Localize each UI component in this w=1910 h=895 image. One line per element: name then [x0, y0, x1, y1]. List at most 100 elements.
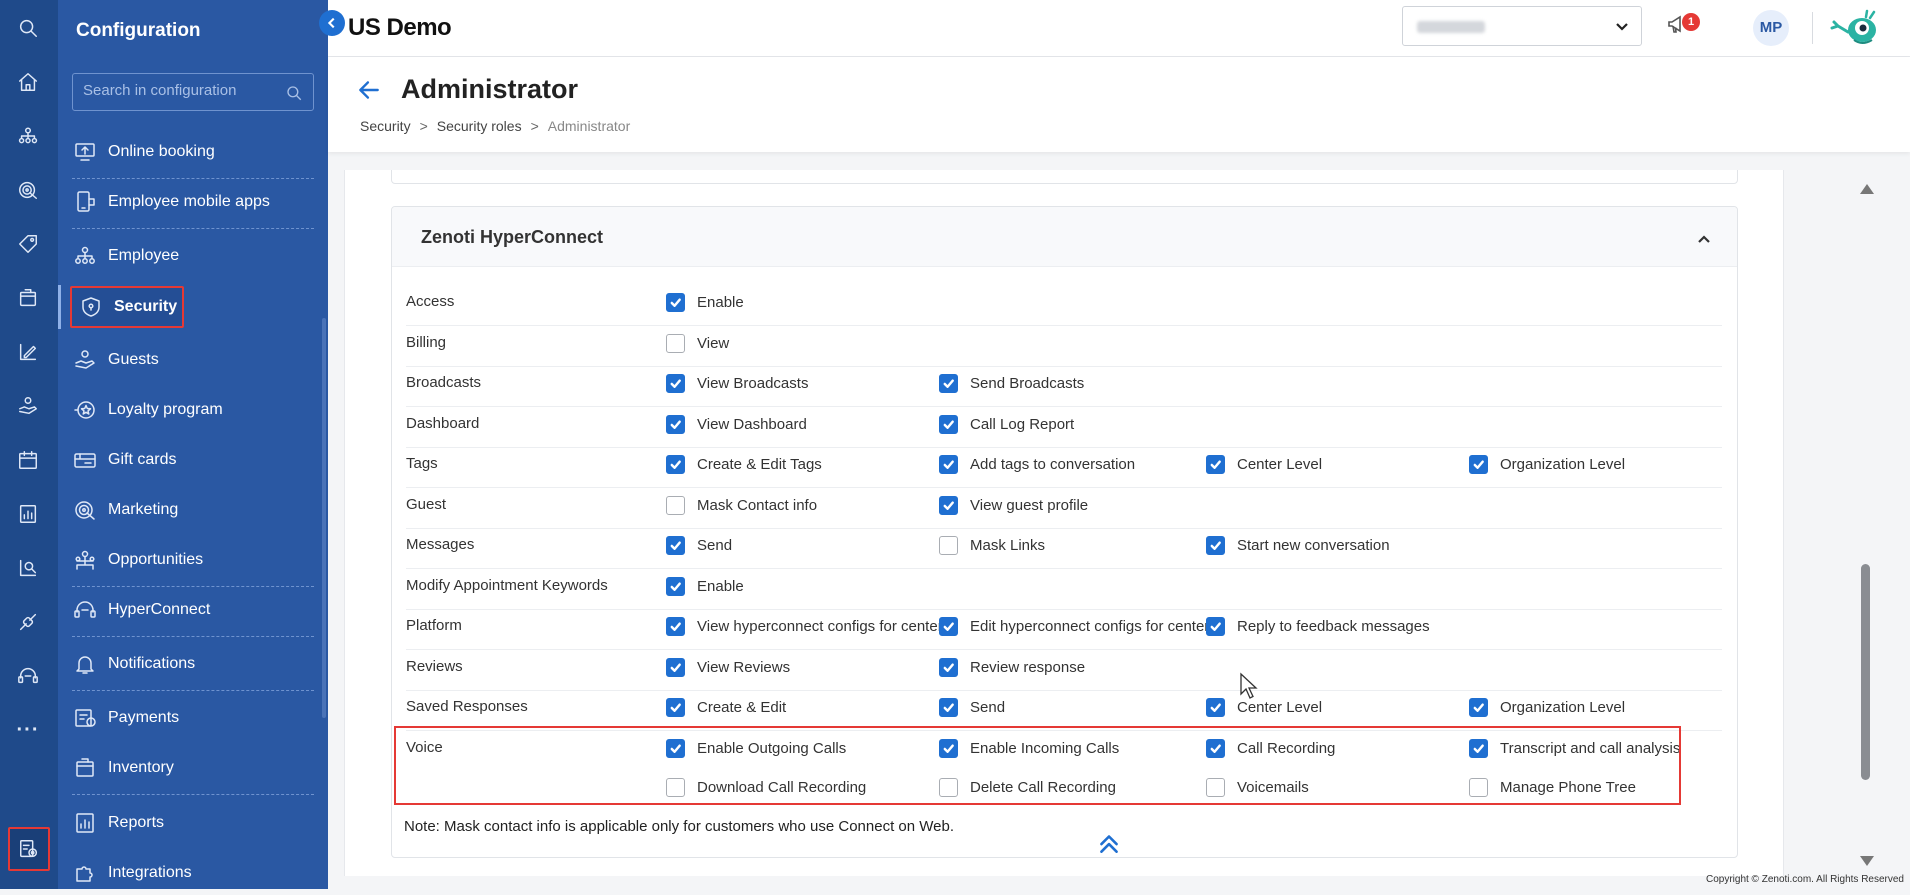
checkbox-checked[interactable]	[1206, 739, 1225, 758]
package-icon[interactable]	[14, 284, 42, 312]
checkbox-checked[interactable]	[666, 739, 685, 758]
checkbox-checked[interactable]	[1469, 698, 1488, 717]
more-icon[interactable]: ···	[14, 716, 42, 744]
config-search[interactable]	[72, 73, 314, 111]
configuration-icon[interactable]	[8, 827, 50, 871]
permission-option[interactable]: Review response	[939, 658, 1085, 677]
checkbox-checked[interactable]	[939, 496, 958, 515]
integrations-icon[interactable]	[14, 608, 42, 636]
sidebar-item-reports[interactable]: Reports	[72, 801, 314, 845]
checkbox-checked[interactable]	[939, 698, 958, 717]
sidebar-scrollbar[interactable]	[322, 318, 326, 718]
sidebar-item-notifications[interactable]: Notifications	[72, 642, 314, 686]
calendar-icon[interactable]	[14, 446, 42, 474]
announcements-button[interactable]: 1	[1666, 12, 1702, 42]
checkbox-unchecked[interactable]	[1469, 778, 1488, 797]
tag-icon[interactable]	[14, 230, 42, 258]
checkbox-unchecked[interactable]	[666, 496, 685, 515]
scroll-to-top-button[interactable]	[1096, 830, 1122, 856]
permission-option[interactable]: Send	[666, 536, 732, 555]
checkbox-checked[interactable]	[666, 374, 685, 393]
scrollbar-thumb[interactable]	[1861, 564, 1870, 780]
config-search-input[interactable]	[83, 82, 283, 99]
permission-option[interactable]: Edit hyperconnect configs for center	[939, 617, 1209, 636]
checkbox-checked[interactable]	[1206, 536, 1225, 555]
reports-icon[interactable]	[14, 500, 42, 528]
checkbox-checked[interactable]	[1469, 739, 1488, 758]
user-avatar[interactable]: MP	[1753, 10, 1789, 46]
headset-icon[interactable]	[14, 662, 42, 690]
permission-option[interactable]: Manage Phone Tree	[1469, 778, 1636, 797]
checkbox-checked[interactable]	[939, 415, 958, 434]
sidebar-item-payments[interactable]: Payments	[72, 696, 314, 740]
checkbox-unchecked[interactable]	[1206, 778, 1225, 797]
permission-option[interactable]: View guest profile	[939, 496, 1088, 515]
permission-option[interactable]: Enable Outgoing Calls	[666, 739, 846, 758]
sidebar-item-opportunities[interactable]: Opportunities	[72, 538, 314, 582]
checkbox-checked[interactable]	[666, 293, 685, 312]
permission-option[interactable]: Add tags to conversation	[939, 455, 1135, 474]
sidebar-item-guests[interactable]: Guests	[72, 338, 314, 382]
marketing-target-icon[interactable]	[14, 176, 42, 204]
checkbox-checked[interactable]	[939, 374, 958, 393]
checkbox-checked[interactable]	[1206, 698, 1225, 717]
checkbox-checked[interactable]	[666, 698, 685, 717]
checkbox-checked[interactable]	[666, 536, 685, 555]
checkbox-checked[interactable]	[1206, 455, 1225, 474]
permission-option[interactable]: Enable	[666, 293, 744, 312]
permission-option[interactable]: Send	[939, 698, 1005, 717]
permission-option[interactable]: Call Log Report	[939, 415, 1074, 434]
collapse-sidebar-button[interactable]	[319, 10, 345, 36]
permission-option[interactable]: Create & Edit Tags	[666, 455, 822, 474]
permission-option[interactable]: Center Level	[1206, 455, 1322, 474]
permission-option[interactable]: Send Broadcasts	[939, 374, 1084, 393]
guest-hand-icon[interactable]	[14, 392, 42, 420]
checkbox-checked[interactable]	[1469, 455, 1488, 474]
scroll-down-arrow[interactable]	[1860, 856, 1874, 866]
permission-option[interactable]: Download Call Recording	[666, 778, 866, 797]
permission-option[interactable]: View Dashboard	[666, 415, 807, 434]
permission-option[interactable]: View hyperconnect configs for center	[666, 617, 943, 636]
permission-option[interactable]: Voicemails	[1206, 778, 1309, 797]
checkbox-unchecked[interactable]	[939, 778, 958, 797]
sidebar-item-integrations[interactable]: Integrations	[72, 851, 314, 895]
search-icon[interactable]	[14, 14, 42, 42]
content-scrollbar[interactable]	[1856, 170, 1874, 876]
permission-option[interactable]: Call Recording	[1206, 739, 1335, 758]
permission-option[interactable]: Enable Incoming Calls	[939, 739, 1119, 758]
checkbox-unchecked[interactable]	[939, 536, 958, 555]
sidebar-item-employee-mobile-apps[interactable]: Employee mobile apps	[72, 180, 314, 224]
sidebar-item-gift-cards[interactable]: Gift cards	[72, 438, 314, 482]
checkbox-checked[interactable]	[666, 415, 685, 434]
back-button[interactable]	[356, 77, 382, 103]
sidebar-item-inventory[interactable]: Inventory	[72, 746, 314, 790]
checkbox-checked[interactable]	[1206, 617, 1225, 636]
checkbox-unchecked[interactable]	[666, 778, 685, 797]
permission-option[interactable]: View Reviews	[666, 658, 790, 677]
permission-option[interactable]: Center Level	[1206, 698, 1322, 717]
analytics-pencil-icon[interactable]	[14, 338, 42, 366]
sidebar-item-marketing[interactable]: Marketing	[72, 488, 314, 532]
checkbox-checked[interactable]	[939, 617, 958, 636]
sidebar-item-hyperconnect[interactable]: HyperConnect	[72, 588, 314, 632]
center-select[interactable]	[1402, 6, 1642, 46]
permission-option[interactable]: Mask Contact info	[666, 496, 817, 515]
permission-option[interactable]: Transcript and call analysis	[1469, 739, 1680, 758]
breadcrumb-security-roles[interactable]: Security roles	[437, 118, 522, 134]
sidebar-item-security[interactable]: Security	[70, 286, 184, 328]
org-chart-icon[interactable]	[14, 122, 42, 150]
permission-option[interactable]: Mask Links	[939, 536, 1045, 555]
checkbox-checked[interactable]	[939, 739, 958, 758]
permission-option[interactable]: Delete Call Recording	[939, 778, 1116, 797]
search-people-icon[interactable]	[14, 554, 42, 582]
checkbox-checked[interactable]	[939, 455, 958, 474]
chevron-up-icon[interactable]	[1697, 234, 1711, 244]
permission-option[interactable]: View	[666, 334, 729, 353]
permission-option[interactable]: Organization Level	[1469, 698, 1625, 717]
checkbox-checked[interactable]	[666, 577, 685, 596]
checkbox-checked[interactable]	[666, 658, 685, 677]
checkbox-unchecked[interactable]	[666, 334, 685, 353]
sidebar-item-loyalty-program[interactable]: Loyalty program	[72, 388, 314, 432]
permission-option[interactable]: Reply to feedback messages	[1206, 617, 1430, 636]
zenoti-mascot-icon[interactable]	[1826, 8, 1886, 48]
